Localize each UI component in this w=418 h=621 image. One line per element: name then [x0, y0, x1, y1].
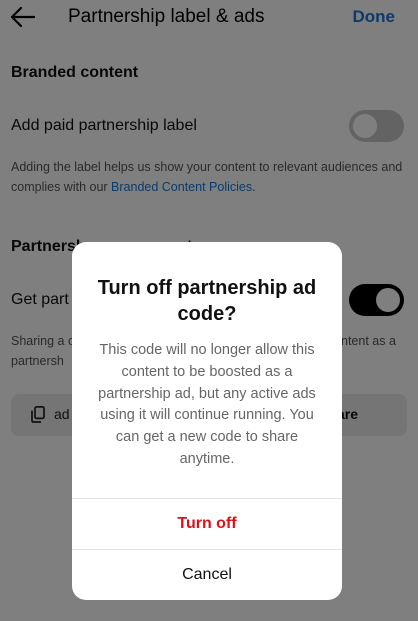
cancel-button[interactable]: Cancel: [72, 549, 342, 600]
turn-off-button[interactable]: Turn off: [72, 499, 342, 549]
dialog-message: This code will no longer allow this cont…: [98, 342, 316, 467]
dialog-title: Turn off partnership ad code?: [97, 277, 317, 325]
turn-off-dialog: Turn off partnership ad code? This code …: [72, 242, 342, 600]
